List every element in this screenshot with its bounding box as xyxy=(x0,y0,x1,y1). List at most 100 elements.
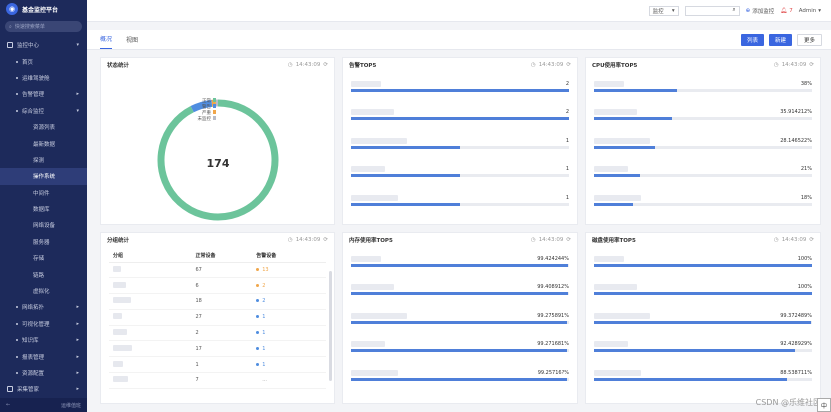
sidebar-item[interactable]: 存储 xyxy=(0,250,87,266)
status-dot-icon xyxy=(256,315,260,319)
bar-fill xyxy=(594,174,640,178)
sidebar-item-label: 告警管理 xyxy=(22,92,45,99)
redacted-host-label xyxy=(351,341,385,348)
legend-swatch xyxy=(213,104,216,108)
table-row[interactable]: 11 xyxy=(109,356,326,374)
menu-search-input[interactable]: ⌕ 快速搜索菜单 xyxy=(5,21,82,32)
alarm-bars: 2 2 1 1 1 xyxy=(343,72,577,220)
table-row[interactable]: 21 xyxy=(109,325,326,342)
sidebar-item[interactable]: 网络拓扑 ▸ xyxy=(0,299,87,315)
bar-track xyxy=(351,349,569,353)
bar-fill xyxy=(351,117,569,121)
table-row[interactable]: 62 xyxy=(109,277,326,295)
table-row[interactable]: 7... xyxy=(109,372,326,389)
bar-value: 2 xyxy=(565,81,569,87)
sidebar-item-label: 可视化管理 xyxy=(22,321,50,328)
status-dot-icon xyxy=(256,283,260,287)
sidebar-item-label: 探测 xyxy=(33,157,45,164)
sidebar-item-label: 首页 xyxy=(22,59,34,66)
bell-icon: 🔔︎ xyxy=(780,7,788,14)
redacted-group-name xyxy=(113,313,122,320)
sidebar-bottom: ← 运维值班 xyxy=(0,398,87,412)
sidebar-item[interactable]: 网络设备 xyxy=(0,217,87,233)
bar-track xyxy=(594,145,812,149)
bar-value: 100% xyxy=(797,284,812,291)
list-button[interactable]: 列表 xyxy=(740,33,764,46)
sidebar-item[interactable]: 最新数据 xyxy=(0,135,87,151)
new-button[interactable]: 新建 xyxy=(768,33,792,46)
table-row[interactable]: 27 1 xyxy=(109,309,326,326)
refresh-icon[interactable]: ⟳ xyxy=(323,62,328,68)
sidebar-item[interactable]: 综合监控 ▾ xyxy=(0,103,87,119)
ime-indicator[interactable]: 中 xyxy=(817,398,831,412)
sidebar-item[interactable]: 可视化管理 ▸ xyxy=(0,316,87,332)
bar-fill xyxy=(594,377,787,381)
table-row[interactable]: 18 2 xyxy=(109,293,326,310)
bar-value: 18% xyxy=(800,194,812,201)
bullet-icon xyxy=(16,355,18,358)
bar-value: 1 xyxy=(565,137,569,144)
bar-track xyxy=(594,89,812,92)
sidebar-item[interactable]: 数据库 xyxy=(0,201,87,217)
refresh-icon[interactable]: ⟳ xyxy=(323,237,328,243)
refresh-icon[interactable]: ⟳ xyxy=(809,62,814,68)
tab-overview[interactable]: 概况 xyxy=(100,34,113,49)
sidebar-item[interactable]: 资源配置 ▸ xyxy=(0,365,87,381)
sidebar-item[interactable]: 中间件 xyxy=(0,185,87,201)
sidebar-item[interactable]: 资源列表 xyxy=(0,119,87,135)
redacted-group-name xyxy=(113,265,121,272)
bar-value: 99.372489% xyxy=(780,312,812,319)
sidebar-item[interactable]: 服务器 xyxy=(0,234,87,250)
redacted-host-label xyxy=(351,109,394,116)
more-button[interactable]: 更多 xyxy=(796,33,822,46)
clock-icon: ◷ xyxy=(287,62,293,68)
monitor-select[interactable]: 监控 ▾ xyxy=(648,5,679,16)
sidebar-item[interactable]: 采集管家 ▸ xyxy=(0,381,87,397)
redacted-host-label xyxy=(594,194,641,201)
chevron-icon: ▸ xyxy=(76,386,79,393)
bar-track xyxy=(351,202,569,206)
normal-count-cell: 27 xyxy=(191,309,253,326)
sidebar-item-label: 报表管理 xyxy=(22,354,45,361)
tab-view[interactable]: 视图 xyxy=(126,35,138,49)
sidebar-item-label: 服务器 xyxy=(33,239,50,246)
sidebar-item[interactable]: 运维驾驶舱 xyxy=(0,70,87,86)
refresh-icon[interactable]: ⟳ xyxy=(566,237,571,243)
alert-bell-button[interactable]: 🔔︎ 7 xyxy=(780,8,792,14)
bar-row: 99.25716?% xyxy=(351,367,569,395)
table-row[interactable]: 17 1 xyxy=(109,340,326,358)
normal-count-cell: 18 xyxy=(191,293,253,310)
sidebar-item[interactable]: 操作系统 xyxy=(0,168,87,185)
legend-swatch xyxy=(213,98,216,102)
refresh-icon[interactable]: ⟳ xyxy=(566,62,571,68)
sidebar-item[interactable]: 监控中心 ▾ xyxy=(0,37,87,53)
add-monitor-button[interactable]: ⊕ 添加监控 xyxy=(746,7,775,15)
bar-fill xyxy=(594,264,812,267)
top-search-input[interactable]: ⌕ xyxy=(684,5,740,16)
alarm-count: 1 xyxy=(262,345,266,352)
sidebar-item[interactable]: 探测 xyxy=(0,152,87,168)
table-row[interactable]: 67 13 xyxy=(109,262,326,279)
sidebar-item[interactable]: 告警管理 ▸ xyxy=(0,86,87,102)
bar-fill xyxy=(594,202,634,206)
bar-fill xyxy=(351,89,569,92)
sidebar-bottom-label[interactable]: 运维值班 xyxy=(61,402,81,409)
collapse-arrow-icon[interactable]: ← xyxy=(6,402,10,408)
redacted-host-label xyxy=(594,256,624,262)
alarm-count-cell: 1 xyxy=(252,340,326,358)
scrollbar[interactable] xyxy=(329,271,332,381)
bar-fill xyxy=(594,292,812,296)
sidebar-item[interactable]: 知识库 ▸ xyxy=(0,332,87,348)
clock-icon: ◷ xyxy=(530,237,536,243)
bar-track xyxy=(351,264,569,267)
sidebar-item-label: 操作系统 xyxy=(33,174,56,181)
sidebar-item[interactable]: 报表管理 ▸ xyxy=(0,348,87,364)
group-table: 分组 正常设备 告警设备 67 13 6 2 18 2 27 1 2 1 17 1 1 1 7... xyxy=(109,249,326,389)
bar-fill xyxy=(351,145,460,149)
sidebar-item[interactable]: 虚拟化 xyxy=(0,283,87,299)
user-menu[interactable]: Admin ▾ xyxy=(799,8,821,14)
refresh-icon[interactable]: ⟳ xyxy=(809,237,814,243)
sidebar-item[interactable]: 首页 xyxy=(0,53,87,69)
sidebar-item[interactable]: 链路 xyxy=(0,266,87,282)
bar-track xyxy=(351,377,569,381)
